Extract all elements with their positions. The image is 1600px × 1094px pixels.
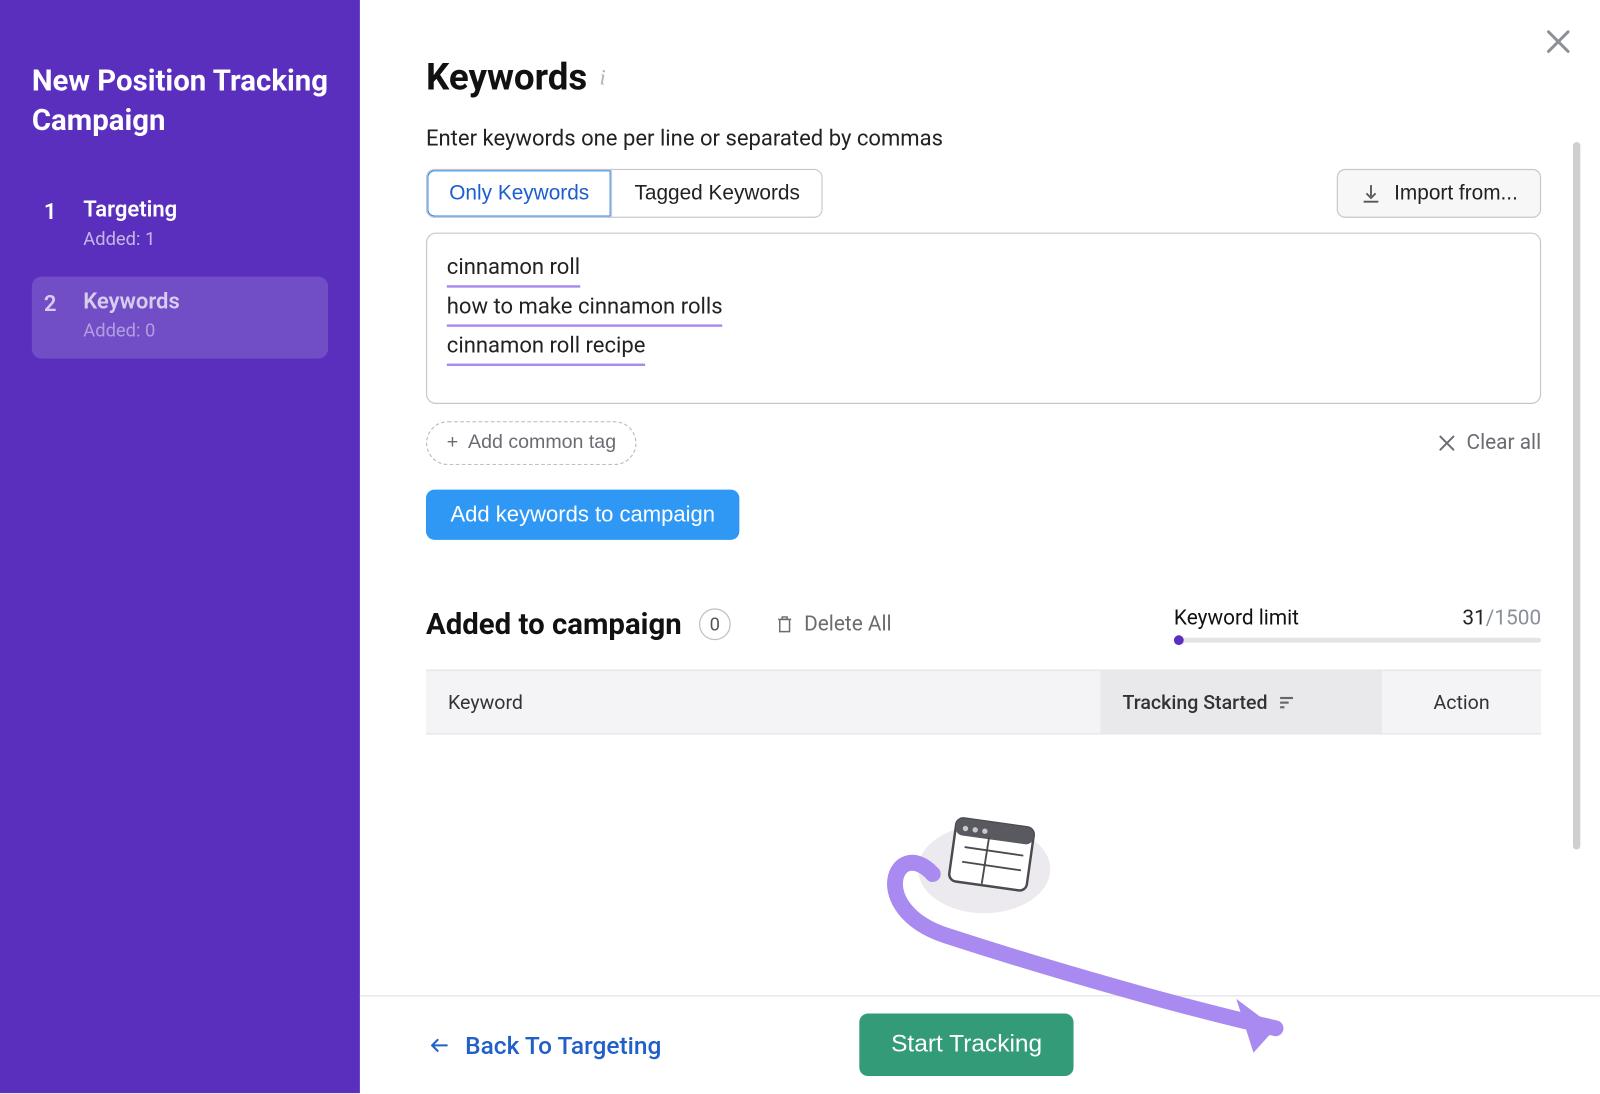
step-number: 1 [39, 197, 61, 225]
col-keyword[interactable]: Keyword [426, 671, 1100, 733]
keywords-table-header: Keyword Tracking Started Action [426, 670, 1541, 735]
added-count-badge: 0 [699, 608, 731, 640]
scrollbar[interactable] [1573, 142, 1580, 850]
keyword-limit-bar [1174, 638, 1541, 643]
arrow-left-icon [426, 1034, 453, 1056]
keyword-line: how to make cinnamon rolls [447, 290, 723, 327]
add-keywords-button[interactable]: Add keywords to campaign [426, 490, 740, 540]
wizard-step-keywords[interactable]: 2 Keywords Added: 0 [32, 276, 328, 358]
keyword-line: cinnamon roll [447, 251, 580, 288]
keyword-mode-segment: Only Keywords Tagged Keywords [426, 169, 823, 218]
wizard-sidebar: New Position Tracking Campaign 1 Targeti… [0, 0, 360, 1093]
wizard-title: New Position Tracking Campaign [32, 61, 328, 140]
col-tracking-started[interactable]: Tracking Started [1100, 671, 1382, 733]
page-subtitle: Enter keywords one per line or separated… [426, 126, 1541, 152]
page-title: Keywords i [426, 56, 1541, 99]
step-label: Keywords [83, 289, 180, 315]
keyword-limit: Keyword limit 31/1500 [1174, 606, 1541, 643]
step-label: Targeting [83, 197, 177, 223]
empty-state-illustration [426, 783, 1541, 918]
col-action: Action [1382, 671, 1541, 733]
delete-all-button[interactable]: Delete All [775, 612, 892, 636]
step-number: 2 [39, 289, 61, 317]
keyword-limit-total: /1500 [1486, 606, 1541, 630]
added-to-campaign-title: Added to campaign [426, 607, 682, 641]
start-tracking-button[interactable]: Start Tracking [859, 1014, 1074, 1076]
plus-icon: + [447, 432, 458, 454]
tab-tagged-keywords[interactable]: Tagged Keywords [611, 170, 822, 217]
back-to-targeting-link[interactable]: Back To Targeting [426, 1030, 661, 1059]
download-icon [1360, 182, 1382, 204]
info-icon[interactable]: i [600, 65, 606, 91]
import-from-button[interactable]: Import from... [1337, 169, 1542, 218]
keyword-line: cinnamon roll recipe [447, 329, 646, 366]
keyword-limit-label: Keyword limit [1174, 606, 1299, 630]
clear-all-button[interactable]: Clear all [1437, 431, 1541, 455]
step-sublabel: Added: 1 [83, 227, 177, 249]
wizard-footer: Back To Targeting Start Tracking [360, 995, 1600, 1093]
keyword-limit-used: 31 [1462, 606, 1485, 630]
sort-desc-icon [1277, 693, 1294, 710]
keywords-textarea[interactable]: cinnamon roll how to make cinnamon rolls… [426, 233, 1541, 404]
add-common-tag-button[interactable]: + Add common tag [426, 421, 637, 465]
step-sublabel: Added: 0 [83, 319, 180, 341]
trash-icon [775, 613, 795, 635]
close-icon [1437, 433, 1457, 453]
tab-only-keywords[interactable]: Only Keywords [427, 170, 611, 217]
wizard-step-targeting[interactable]: 1 Targeting Added: 1 [32, 185, 328, 267]
